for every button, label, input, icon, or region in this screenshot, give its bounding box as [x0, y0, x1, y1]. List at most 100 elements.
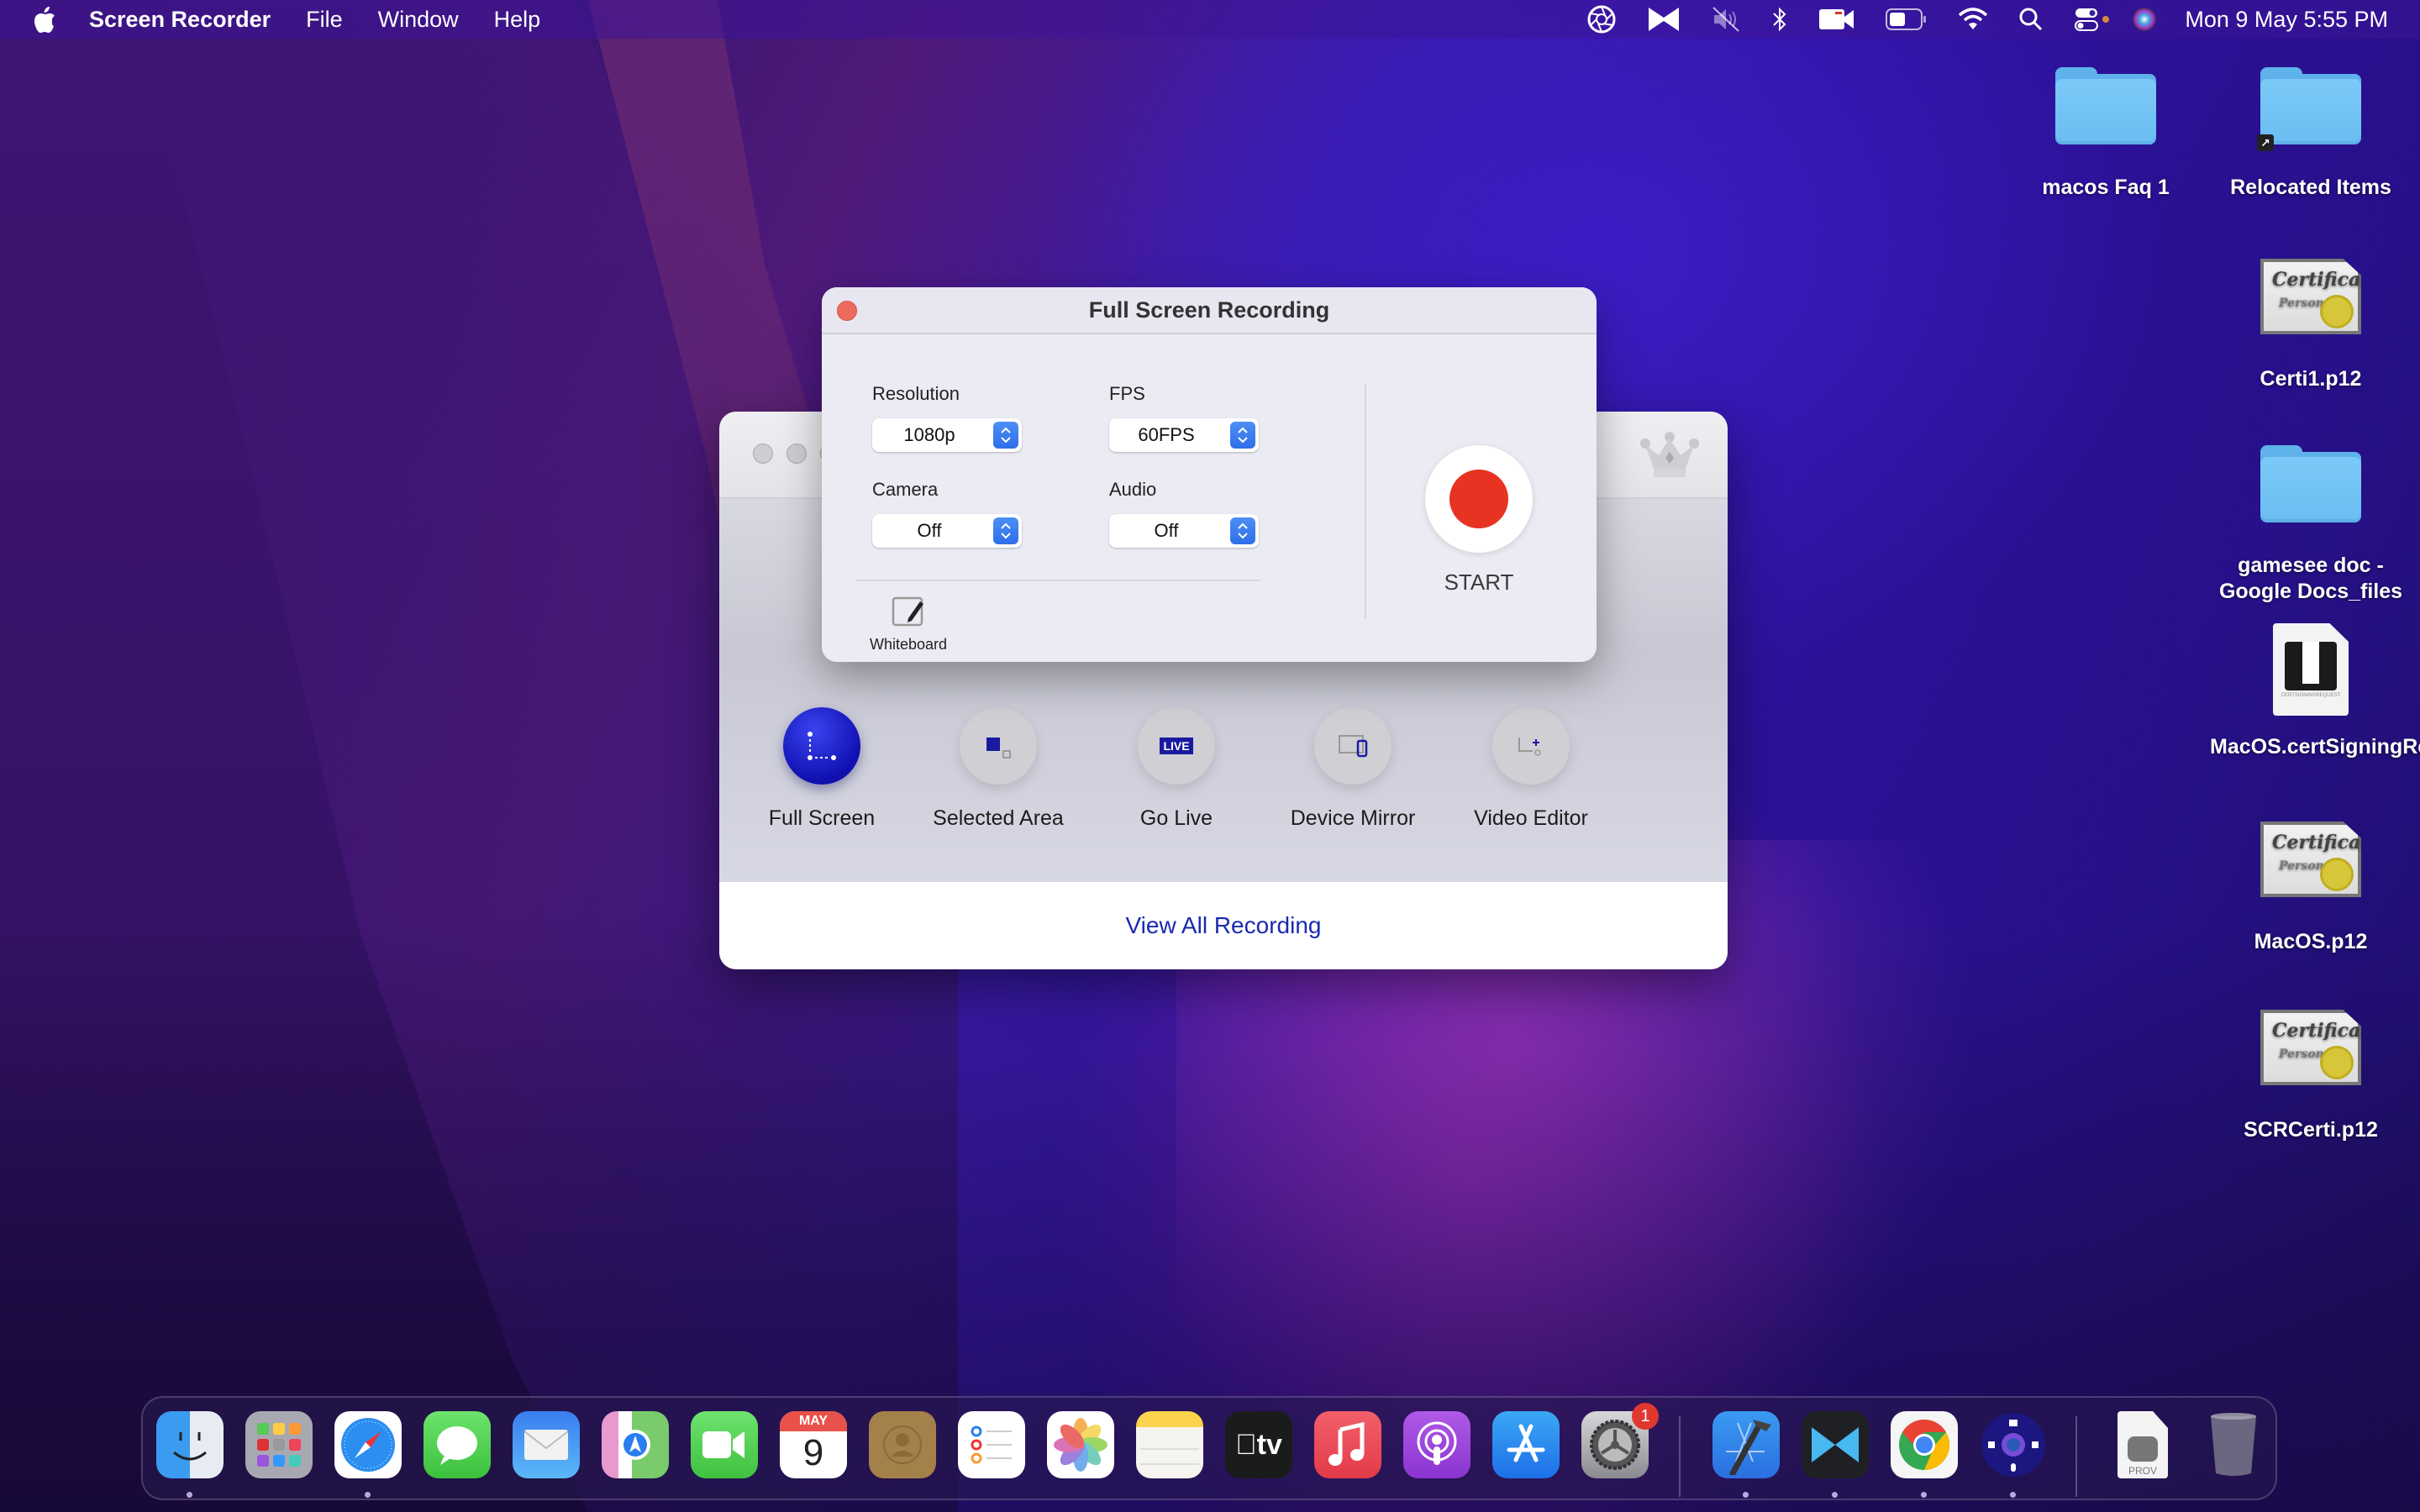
- folder-alias-icon: ↗: [2257, 67, 2361, 151]
- menu-file[interactable]: File: [306, 7, 343, 33]
- apple-logo-icon[interactable]: [32, 5, 57, 34]
- desktop-item-label: MacOS.certSigningRequest: [2210, 735, 2420, 759]
- dock-safari[interactable]: [334, 1411, 402, 1478]
- desktop-item-certi1[interactable]: Certificate Personal Certi1.p12: [2210, 250, 2412, 392]
- control-center-icon[interactable]: [2074, 0, 2111, 39]
- device-mirror-icon: [1314, 707, 1392, 785]
- trash-icon: [2211, 1413, 2256, 1476]
- desktop-item-label: Certi1.p12: [2260, 367, 2362, 391]
- camera-value: Off: [917, 520, 942, 541]
- menu-help[interactable]: Help: [494, 7, 541, 33]
- spotlight-search-icon[interactable]: [2018, 0, 2044, 39]
- certificate-icon: Certificate Personal: [2260, 822, 2361, 897]
- apple-tv-icon: tv: [1235, 1428, 1282, 1461]
- wallpaper-wave: [0, 0, 588, 1512]
- contacts-person-icon: [883, 1425, 922, 1464]
- dock-trash[interactable]: [2200, 1411, 2267, 1478]
- dock-screen-recorder-video[interactable]: [1802, 1411, 1869, 1478]
- battery-icon[interactable]: [1886, 0, 1928, 39]
- dock-photos[interactable]: [1047, 1411, 1114, 1478]
- reminders-list-icon: [971, 1425, 1012, 1464]
- dialog-close-button[interactable]: [837, 301, 857, 321]
- fps-value: 60FPS: [1138, 424, 1195, 445]
- desktop-item-label: macos Faq 1: [2042, 176, 2170, 199]
- audio-select[interactable]: Off: [1109, 514, 1259, 548]
- desktop-item-csr[interactable]: CERTSIGNINGREQUEST MacOS.certSigningRequ…: [2210, 623, 2420, 760]
- video-editor-icon: [1492, 707, 1570, 785]
- dock-messages[interactable]: [424, 1411, 491, 1478]
- camera-select[interactable]: Off: [872, 514, 1022, 548]
- dock-calendar[interactable]: MAY 9: [780, 1411, 847, 1478]
- dialog-title: Full Screen Recording: [1088, 297, 1330, 323]
- chevron-up-down-icon: [1230, 517, 1255, 544]
- siri-icon[interactable]: [2131, 0, 2158, 39]
- menu-app-name[interactable]: Screen Recorder: [89, 7, 271, 33]
- xcode-hammer-icon: [1726, 1420, 1771, 1475]
- safari-compass-icon: [341, 1418, 395, 1472]
- dock-facetime[interactable]: [691, 1411, 758, 1478]
- dock-maps[interactable]: [602, 1411, 669, 1478]
- messages-bubble-icon: [437, 1426, 477, 1465]
- dock-screen-recorder[interactable]: [1980, 1411, 2047, 1478]
- mode-label: Go Live: [1139, 806, 1213, 830]
- aperture-icon[interactable]: [1586, 0, 1617, 39]
- fps-select[interactable]: 60FPS: [1109, 418, 1259, 452]
- desktop-item-relocated-items[interactable]: ↗ Relocated Items: [2210, 67, 2412, 201]
- resolution-value: 1080p: [903, 424, 955, 445]
- provisioning-file-icon: PROV: [2118, 1411, 2168, 1478]
- app-store-icon: [1507, 1424, 1545, 1462]
- desktop-item-macos-faq[interactable]: macos Faq 1: [2005, 67, 2207, 201]
- full-screen-icon: [783, 707, 860, 785]
- crown-premium-icon[interactable]: [1640, 432, 1699, 479]
- mute-icon[interactable]: [1711, 0, 1741, 39]
- menu-bar-clock[interactable]: Mon 9 May 5:55 PM: [2185, 7, 2388, 33]
- audio-label: Audio: [1109, 479, 1157, 500]
- mode-label: Video Editor: [1474, 806, 1588, 830]
- dock-app-store[interactable]: [1492, 1411, 1560, 1478]
- divider: [855, 580, 1260, 581]
- desktop-item-scrcerti[interactable]: Certificate Personal SCRCerti.p12: [2210, 1001, 2412, 1143]
- running-indicator: [1743, 1492, 1749, 1498]
- dock-launchpad[interactable]: [245, 1411, 313, 1478]
- dock-podcasts[interactable]: [1403, 1411, 1470, 1478]
- dock-apple-tv[interactable]: tv: [1225, 1411, 1292, 1478]
- view-all-recording-link[interactable]: View All Recording: [1126, 912, 1322, 939]
- dock-finder[interactable]: [156, 1411, 224, 1478]
- facetime-camera-icon[interactable]: [1818, 0, 1855, 39]
- running-indicator: [187, 1492, 192, 1498]
- minimize-window-button[interactable]: [786, 444, 807, 464]
- desktop-item-gamesee-doc[interactable]: gamesee doc - Google Docs_files: [2210, 445, 2412, 605]
- resolution-label: Resolution: [872, 383, 960, 404]
- bluetooth-icon[interactable]: [1771, 0, 1788, 39]
- folder-icon: [2055, 67, 2156, 151]
- start-record-button[interactable]: [1425, 445, 1533, 553]
- screenrec-icon[interactable]: [1647, 0, 1681, 39]
- notes-icon: [1140, 1448, 1199, 1465]
- go-live-icon: LIVE: [1138, 707, 1215, 785]
- dialog-titlebar: Full Screen Recording: [822, 287, 1597, 334]
- dock-mail[interactable]: [513, 1411, 580, 1478]
- mode-label: Full Screen: [768, 806, 876, 830]
- divider: [1365, 383, 1366, 618]
- wifi-icon[interactable]: [1958, 0, 1988, 39]
- dock-separator: [2075, 1416, 2077, 1497]
- running-indicator: [2010, 1492, 2016, 1498]
- start-label[interactable]: START: [1395, 570, 1563, 596]
- whiteboard-button[interactable]: Whiteboard: [862, 593, 955, 654]
- dock-google-chrome[interactable]: [1891, 1411, 1958, 1478]
- dock-xcode[interactable]: [1712, 1411, 1780, 1478]
- menu-window[interactable]: Window: [378, 7, 459, 33]
- podcasts-icon: [1417, 1421, 1457, 1465]
- dock-provisioning-profile[interactable]: PROV: [2109, 1411, 2176, 1478]
- desktop-item-macos-p12[interactable]: Certificate Personal MacOS.p12: [2210, 813, 2412, 955]
- dock-contacts[interactable]: [869, 1411, 936, 1478]
- close-window-button[interactable]: [753, 444, 773, 464]
- dock-music[interactable]: [1314, 1411, 1381, 1478]
- dock-reminders[interactable]: [958, 1411, 1025, 1478]
- dock-notes[interactable]: [1136, 1411, 1203, 1478]
- whiteboard-label: Whiteboard: [869, 636, 948, 653]
- resolution-select[interactable]: 1080p: [872, 418, 1022, 452]
- launchpad-icon: [257, 1423, 301, 1467]
- facetime-video-icon: [702, 1431, 744, 1458]
- dock: MAY 9 tv 1: [141, 1396, 2277, 1500]
